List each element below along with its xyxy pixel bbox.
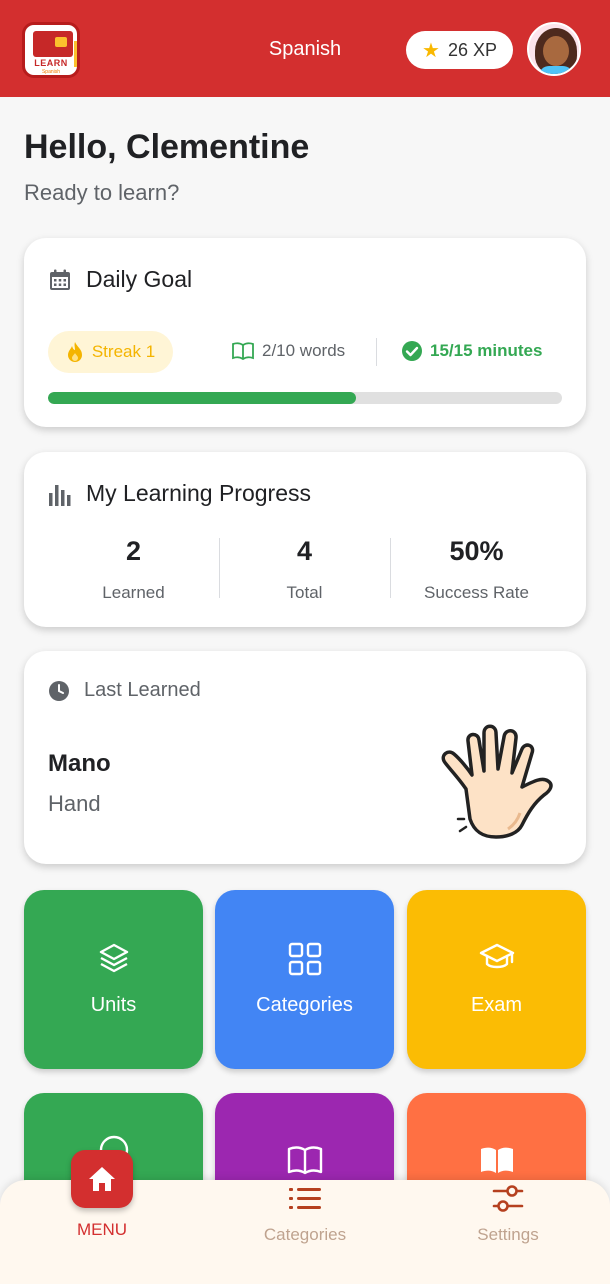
streak-label: Streak 1 — [91, 342, 156, 361]
sliders-icon[interactable] — [492, 1184, 524, 1214]
tile-label: Categories — [256, 994, 353, 1016]
graduation-cap-icon — [479, 943, 514, 969]
stat-value: 4 — [296, 536, 313, 566]
last-learned-word: Mano — [48, 750, 111, 777]
flame-icon — [67, 342, 82, 362]
nav-menu-label[interactable]: MENU — [52, 1220, 152, 1240]
nav-categories-label[interactable]: Categories — [245, 1225, 365, 1245]
bar-chart-icon — [49, 484, 71, 506]
greeting-subtitle: Ready to learn? — [24, 180, 180, 205]
stat-value: 2 — [125, 536, 142, 566]
daily-goal-title: Daily Goal — [86, 266, 193, 292]
star-icon: ★ — [422, 39, 440, 62]
user-avatar[interactable] — [527, 22, 581, 76]
tile-label: Exam — [470, 994, 523, 1016]
daily-goal-card[interactable]: Daily Goal Streak 1 2/10 words 15/15 min… — [24, 238, 586, 427]
xp-badge[interactable]: ★ 26 XP — [406, 31, 513, 69]
stat-label: Total — [286, 583, 323, 602]
minutes-progress: 15/15 minutes — [402, 341, 542, 361]
stat-value: 50% — [449, 536, 504, 566]
streak-badge: Streak 1 — [48, 331, 173, 373]
hand-icon — [441, 724, 553, 839]
last-learned-title: Last Learned — [84, 679, 201, 701]
divider — [376, 338, 377, 366]
tile-label: Units — [90, 994, 137, 1016]
grid-icon — [288, 942, 321, 976]
logo-subtext: Spanish — [41, 69, 61, 75]
exam-tile[interactable]: Exam — [407, 890, 586, 1069]
daily-goal-progress-bar — [48, 392, 562, 404]
app-header: LEARN Spanish Spanish ★ 26 XP — [0, 0, 610, 97]
words-progress: 2/10 words — [232, 341, 345, 361]
last-learned-translation: Hand — [48, 791, 101, 816]
minutes-label: 15/15 minutes — [430, 341, 543, 360]
language-label[interactable]: Spanish — [200, 38, 410, 61]
stat-label: Success Rate — [424, 583, 529, 602]
words-label: 2/10 words — [262, 341, 346, 360]
logo-book-icon — [33, 31, 73, 57]
progress-title: My Learning Progress — [86, 480, 311, 506]
layers-icon — [99, 943, 128, 973]
open-book-icon — [480, 1147, 513, 1173]
logo-text: LEARN — [34, 58, 68, 68]
stat-success-rate: 50% Success Rate — [391, 536, 562, 603]
stat-total: 4 Total — [219, 536, 390, 603]
learning-progress-card[interactable]: My Learning Progress 2 Learned 4 Total 5… — [24, 452, 586, 627]
stat-learned: 2 Learned — [48, 536, 219, 603]
home-icon — [89, 1167, 115, 1191]
calendar-icon — [50, 269, 70, 290]
last-learned-card[interactable]: Last Learned Mano Hand — [24, 651, 586, 864]
bottom-nav: MENU Categories Settings — [0, 1150, 610, 1284]
check-circle-icon — [402, 341, 422, 361]
clock-icon — [49, 680, 69, 701]
book-icon — [287, 1146, 322, 1175]
xp-label: 26 XP — [447, 39, 497, 60]
list-icon[interactable] — [289, 1186, 321, 1212]
daily-goal-progress-fill — [48, 392, 357, 404]
categories-tile[interactable]: Categories — [215, 890, 394, 1069]
greeting-title: Hello, Clementine — [24, 128, 310, 166]
book-icon — [232, 342, 254, 360]
stat-label: Learned — [102, 583, 165, 602]
units-tile[interactable]: Units — [24, 890, 203, 1069]
home-button[interactable] — [71, 1150, 133, 1208]
nav-settings-label[interactable]: Settings — [448, 1225, 568, 1245]
app-logo[interactable]: LEARN Spanish — [22, 22, 80, 78]
